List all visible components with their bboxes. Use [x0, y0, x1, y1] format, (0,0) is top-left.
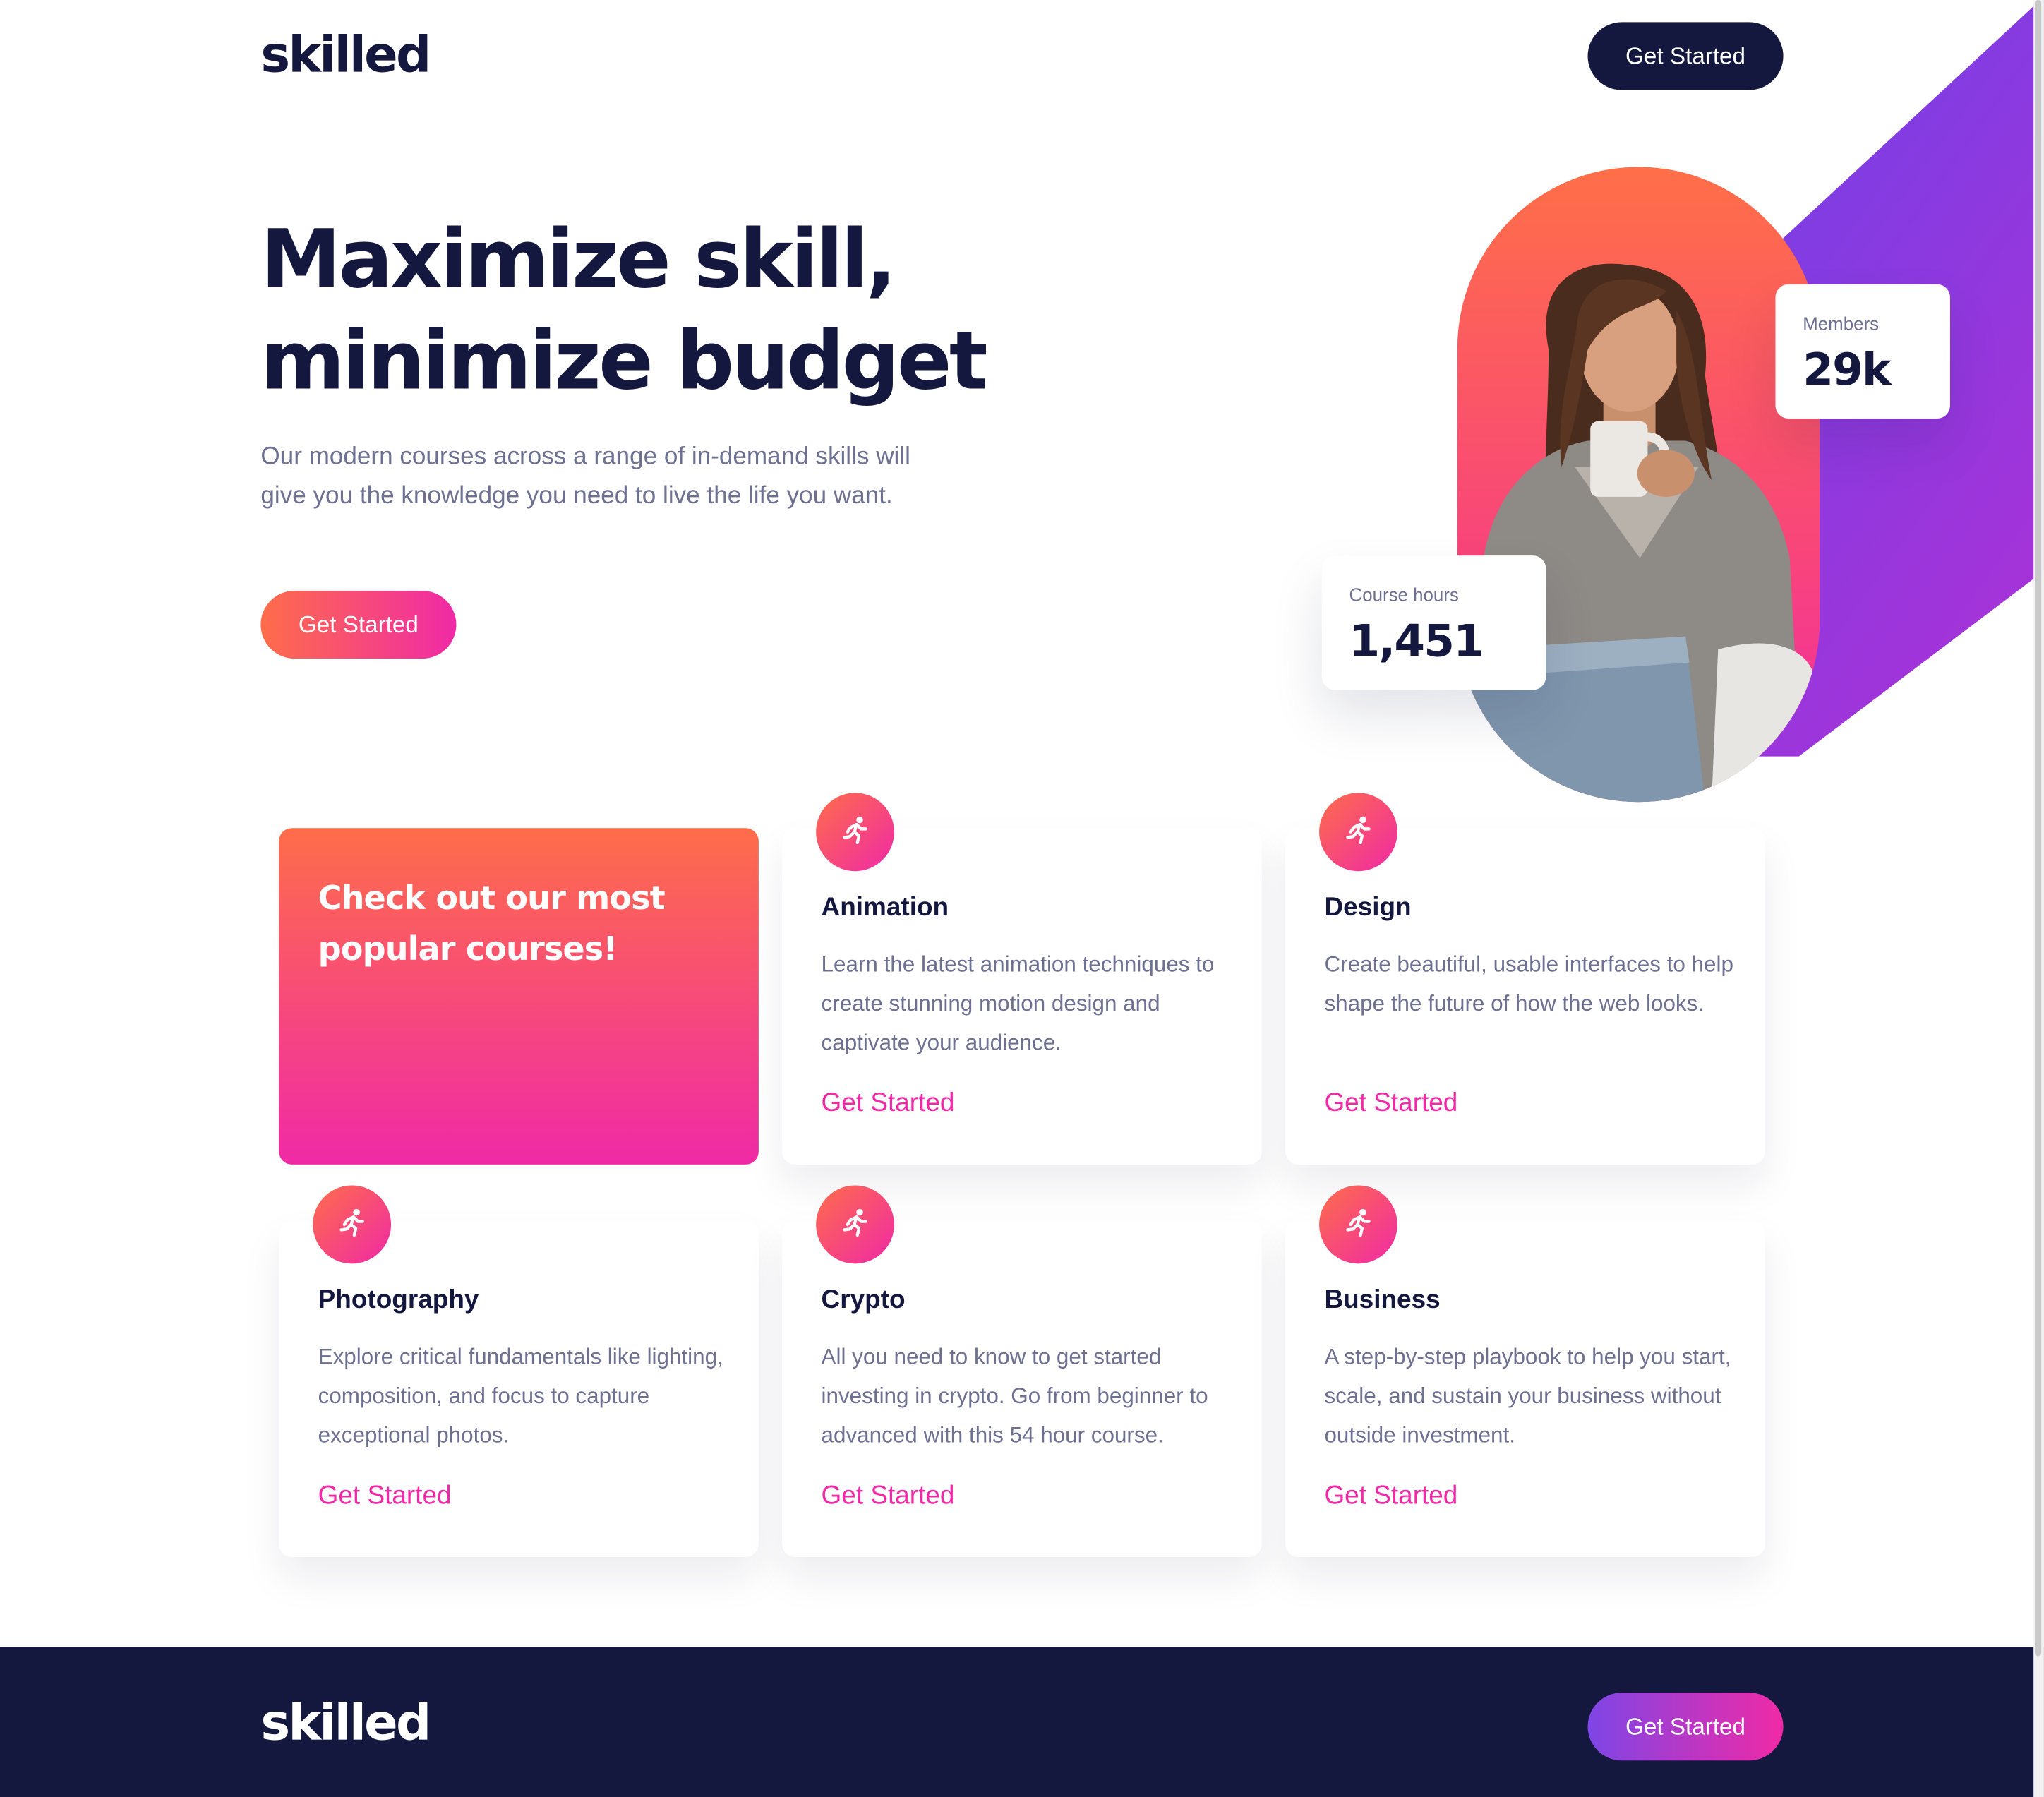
members-stat-value: 29k [1803, 344, 1891, 397]
course-description: A step-by-step playbook to help you star… [1324, 1344, 1731, 1448]
course-card-design: Design Create beautiful, usable interfac… [1285, 793, 1765, 1165]
course-description: Explore critical fundamentals like light… [318, 1344, 723, 1448]
members-stat-card: Members 29k [1775, 284, 1950, 419]
scrollbar-thumb[interactable] [2035, 0, 2042, 1657]
hero-title-line-2: minimize budget [260, 313, 987, 409]
course-title: Animation [821, 893, 949, 922]
running-person-icon [816, 1185, 894, 1264]
course-get-started-link[interactable]: Get Started [318, 1482, 452, 1511]
popular-courses-promo-card: Check out our most popular courses! [279, 828, 759, 1165]
course-title: Business [1324, 1285, 1441, 1315]
running-person-icon [1319, 1185, 1397, 1264]
hero-title: Maximize skill, minimize budget [260, 209, 990, 412]
promo-heading: Check out our most popular courses! [318, 879, 666, 968]
course-description: Learn the latest animation techniques to… [821, 951, 1215, 1055]
course-hours-stat-label: Course hours [1349, 584, 1459, 606]
header-get-started-button[interactable]: Get Started [1587, 22, 1784, 90]
hero-get-started-button[interactable]: Get Started [260, 590, 457, 659]
hero-title-line-1: Maximize skill, [260, 211, 896, 307]
course-title: Design [1324, 893, 1412, 922]
running-person-icon [816, 793, 894, 872]
course-card-animation: Animation Learn the latest animation tec… [782, 793, 1262, 1165]
course-card-photography: Photography Explore critical fundamental… [279, 1185, 759, 1558]
course-get-started-link[interactable]: Get Started [1324, 1089, 1457, 1119]
running-person-icon [313, 1185, 392, 1264]
course-description: All you need to know to get started inve… [821, 1344, 1208, 1448]
course-hours-stat-card: Course hours 1,451 [1321, 555, 1546, 690]
course-get-started-link[interactable]: Get Started [822, 1482, 955, 1511]
course-card-business: Business A step-by-step playbook to help… [1285, 1185, 1765, 1558]
course-title: Photography [318, 1285, 479, 1315]
page: skilled Get Started Maximize skill, mini… [0, 0, 2044, 1797]
footer: skilled Get Started [0, 1647, 2044, 1797]
course-get-started-link[interactable]: Get Started [1324, 1482, 1457, 1511]
footer-get-started-button[interactable]: Get Started [1587, 1693, 1784, 1761]
footer-logo[interactable]: skilled [260, 1694, 431, 1751]
course-hours-stat-value: 1,451 [1349, 615, 1484, 668]
running-person-icon [1319, 793, 1397, 872]
hero-photo [1457, 167, 1820, 803]
members-stat-label: Members [1803, 313, 1880, 334]
header-logo[interactable]: skilled [260, 26, 431, 83]
course-get-started-link[interactable]: Get Started [822, 1089, 955, 1119]
course-card-crypto: Crypto All you need to know to get start… [782, 1185, 1262, 1558]
hero-description: Our modern courses across a range of in-… [260, 443, 910, 510]
woman-with-mug-illustration [1470, 263, 1820, 803]
course-title: Crypto [821, 1285, 906, 1315]
course-description: Create beautiful, usable interfaces to h… [1324, 951, 1733, 1016]
